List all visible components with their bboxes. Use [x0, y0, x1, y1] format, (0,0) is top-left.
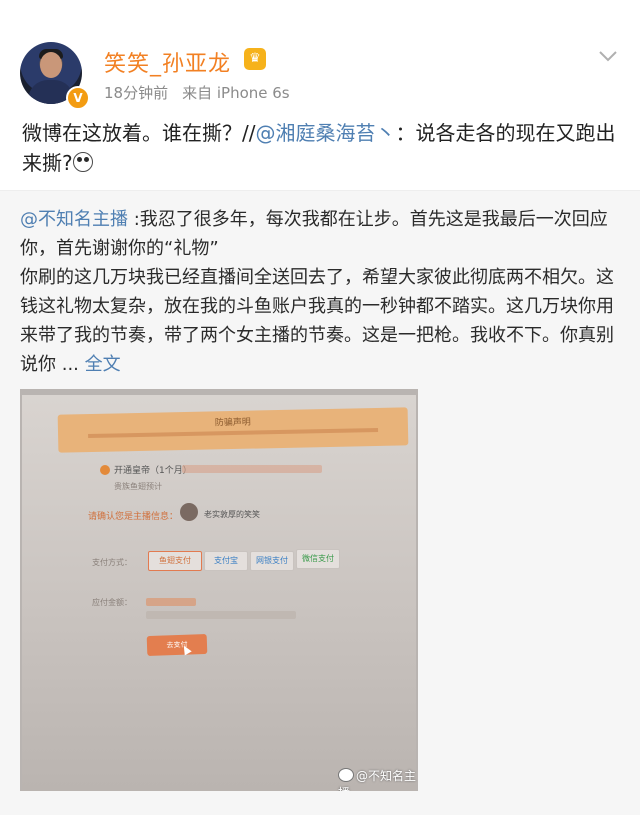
post-time: 18分钟前 [104, 84, 169, 102]
weibo-logo-icon [338, 768, 354, 782]
verified-badge: V [66, 86, 90, 110]
image-watermark: @不知名主播 [338, 767, 418, 791]
repost-image[interactable]: 防骗声明 开通皇帝（1个月） 贵族鱼翅预计 请确认您是主播信息： 老实敦厚的笑笑… [20, 389, 418, 791]
post-text: 微博在这放着。谁在撕？//@湘庭桑海苔丶：说各走各的现在又跑出来撕? [22, 118, 622, 178]
post-header: V 笑笑_孙亚龙 ♛ 18分钟前 来自 iPhone 6s [0, 0, 640, 118]
username[interactable]: 笑笑_孙亚龙 [104, 46, 231, 78]
pay-label: 支付方式： [92, 558, 132, 567]
post-meta: 18分钟前 来自 iPhone 6s [104, 82, 290, 103]
pay-option-1[interactable]: 支付宝 [204, 551, 248, 571]
chevron-down-icon[interactable] [598, 46, 618, 66]
post-source: 来自 iPhone 6s [182, 84, 290, 102]
pay-option-3[interactable]: 微信支付 [296, 549, 340, 569]
pay-option-0[interactable]: 鱼翅支付 [148, 551, 202, 571]
notice-banner: 防骗声明 [57, 407, 409, 453]
repost-body: :我忍了很多年，每次我都在让步。首先这是我最后一次回应你，首先谢谢你的“礼物” … [20, 209, 614, 375]
post-text-prefix: 微博在这放着。谁在撕？// [22, 121, 256, 145]
streamer-avatar [180, 503, 198, 521]
pay-button-label: 去支付 [166, 640, 188, 650]
mention-link[interactable]: @湘庭桑海苔丶 [255, 121, 395, 145]
coin-icon [100, 465, 110, 475]
pay-button[interactable]: 去支付 [146, 633, 208, 657]
streamer-label: 请确认您是主播信息： [88, 512, 179, 522]
image-line-1: 开通皇帝（1个月） [114, 466, 192, 476]
pay-option-2[interactable]: 网银支付 [250, 551, 294, 571]
screen-photo: 防骗声明 开通皇帝（1个月） 贵族鱼翅预计 请确认您是主播信息： 老实敦厚的笑笑… [22, 395, 416, 791]
image-line-2: 贵族鱼翅预计 [114, 482, 162, 491]
repost-text: @不知名主播 :我忍了很多年，每次我都在让步。首先这是我最后一次回应你，首先谢谢… [20, 205, 625, 379]
full-text-link[interactable]: 全文 [85, 354, 121, 375]
repost-card[interactable]: @不知名主播 :我忍了很多年，每次我都在让步。首先这是我最后一次回应你，首先谢谢… [0, 190, 640, 815]
crown-icon: ♛ [244, 48, 266, 70]
scared-face-emoji-icon [72, 152, 93, 172]
amount-label: 应付金额： [92, 598, 132, 607]
repost-mention-link[interactable]: @不知名主播 [20, 209, 128, 230]
streamer-name: 老实敦厚的笑笑 [204, 510, 260, 519]
